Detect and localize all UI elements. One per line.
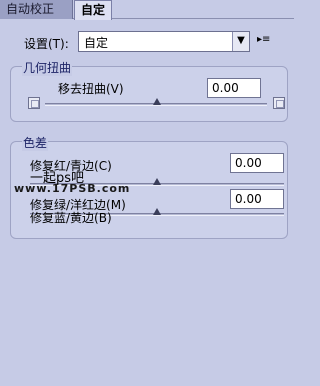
pincushion-icon — [273, 97, 285, 109]
geometry-title: 几何扭曲 — [22, 59, 73, 76]
red-cyan-field[interactable]: 0.00 — [230, 153, 284, 173]
settings-label: 设置(T): — [24, 37, 69, 51]
remove-distortion-label: 移去扭曲(V) — [58, 82, 124, 96]
tab-bar: 自动校正 自定 — [0, 0, 294, 20]
chevron-down-icon[interactable]: ▼ — [232, 32, 249, 51]
remove-distortion-thumb[interactable] — [153, 98, 161, 105]
settings-value: 自定 — [84, 36, 109, 50]
green-magenta-thumb[interactable] — [153, 208, 161, 215]
settings-dropdown[interactable]: 自定 ▼ — [78, 31, 250, 52]
barrel-icon — [28, 97, 40, 109]
tab-custom[interactable]: 自定 — [74, 0, 112, 20]
blue-yellow-label: 修复蓝/黄边(B) — [30, 211, 112, 225]
watermark-url: www.17PSB.com — [14, 182, 131, 195]
menu-icon[interactable]: ▸≡ — [257, 35, 270, 45]
chromatic-title: 色差 — [22, 134, 49, 151]
red-cyan-thumb[interactable] — [153, 178, 161, 185]
remove-distortion-field[interactable]: 0.00 — [207, 78, 261, 98]
green-magenta-field[interactable]: 0.00 — [230, 189, 284, 209]
tab-auto-correct[interactable]: 自动校正 — [0, 0, 73, 19]
